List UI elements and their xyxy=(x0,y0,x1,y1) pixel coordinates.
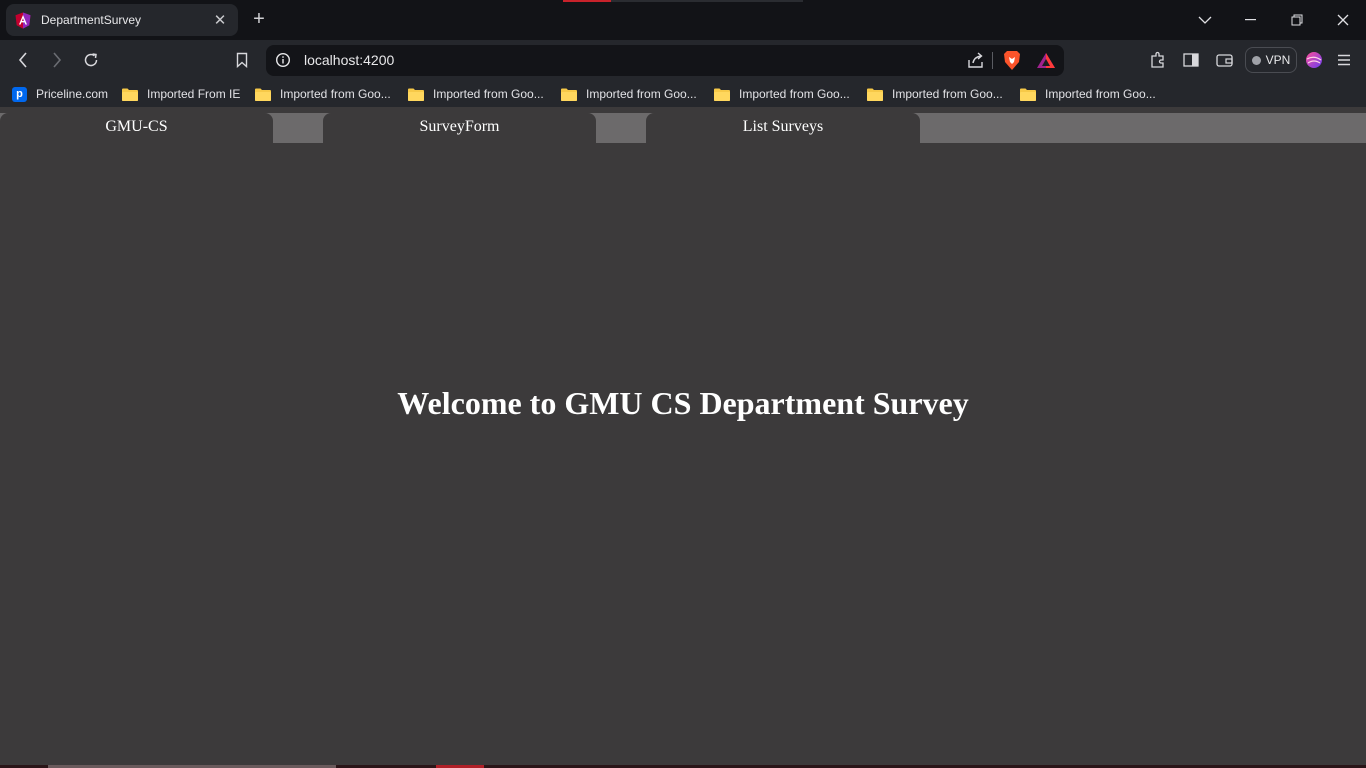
sidebar-icon[interactable] xyxy=(1178,48,1204,72)
brave-rewards-icon[interactable] xyxy=(1036,51,1056,71)
close-window-button[interactable] xyxy=(1328,6,1358,34)
nav-tab-gmu-cs[interactable]: GMU-CS xyxy=(0,113,273,143)
back-button[interactable] xyxy=(10,48,36,72)
nav-tab-survey-form[interactable]: SurveyForm xyxy=(323,113,596,143)
priceline-icon: p xyxy=(12,86,27,102)
bookmark-label: Imported from Goo... xyxy=(892,87,1003,101)
folder-icon xyxy=(122,88,138,101)
site-info-icon[interactable] xyxy=(275,52,291,68)
tab-strip-accent-gray xyxy=(611,0,803,2)
folder-icon xyxy=(255,88,271,101)
bookmark-label: Imported from Goo... xyxy=(1045,87,1156,101)
url-text: localhost:4200 xyxy=(304,52,395,68)
bookmark-label: Imported from Goo... xyxy=(586,87,697,101)
vpn-label: VPN xyxy=(1265,53,1291,67)
share-icon[interactable] xyxy=(966,51,986,71)
tab-search-icon[interactable] xyxy=(1190,6,1220,34)
bookmark-folder[interactable]: Imported from Goo... xyxy=(561,85,697,103)
profile-icon[interactable] xyxy=(1301,48,1327,72)
extensions-icon[interactable] xyxy=(1145,48,1171,72)
address-bar[interactable]: localhost:4200 xyxy=(266,45,1064,76)
browser-tab[interactable]: DepartmentSurvey ✕ xyxy=(6,4,238,36)
browser-tab-strip: DepartmentSurvey ✕ + xyxy=(0,0,1366,40)
menu-icon[interactable] xyxy=(1331,48,1357,72)
folder-icon xyxy=(561,88,577,101)
close-tab-icon[interactable]: ✕ xyxy=(210,11,230,29)
bookmark-folder[interactable]: Imported from Goo... xyxy=(408,85,544,103)
bookmark-icon[interactable] xyxy=(229,48,255,72)
folder-icon xyxy=(867,88,883,101)
bookmark-folder[interactable]: Imported from Goo... xyxy=(1020,85,1156,103)
bookmark-folder[interactable]: Imported From IE xyxy=(122,85,240,103)
bookmark-label: Priceline.com xyxy=(36,87,109,101)
minimize-button[interactable] xyxy=(1236,6,1266,34)
vpn-button[interactable]: VPN xyxy=(1245,47,1297,73)
bookmark-folder[interactable]: Imported from Goo... xyxy=(255,85,391,103)
folder-icon xyxy=(1020,88,1036,101)
forward-button[interactable] xyxy=(44,48,70,72)
bookmark-label: Imported from Goo... xyxy=(280,87,391,101)
browser-tab-title: DepartmentSurvey xyxy=(41,13,142,27)
restore-button[interactable] xyxy=(1282,6,1312,34)
welcome-heading: Welcome to GMU CS Department Survey xyxy=(397,385,969,421)
bookmark-label: Imported From IE xyxy=(147,87,241,101)
app-nav-bar: GMU-CS SurveyForm List Surveys xyxy=(0,113,1366,143)
bookmark-folder[interactable]: Imported from Goo... xyxy=(867,85,1003,103)
folder-icon xyxy=(714,88,730,101)
angular-icon xyxy=(14,11,32,29)
bookmark-priceline[interactable]: p Priceline.com xyxy=(12,85,108,103)
nav-tab-list-surveys[interactable]: List Surveys xyxy=(646,113,920,143)
bookmark-label: Imported from Goo... xyxy=(433,87,544,101)
folder-icon xyxy=(408,88,424,101)
vpn-status-icon xyxy=(1251,55,1261,65)
bookmark-label: Imported from Goo... xyxy=(739,87,850,101)
wallet-icon[interactable] xyxy=(1211,48,1237,72)
tab-strip-accent xyxy=(563,0,611,2)
bookmarks-bar: p Priceline.com Imported From IE Importe… xyxy=(0,80,1366,107)
bookmark-folder[interactable]: Imported from Goo... xyxy=(714,85,850,103)
new-tab-button[interactable]: + xyxy=(248,8,270,32)
address-bar-divider xyxy=(992,52,993,69)
reload-button[interactable] xyxy=(78,48,104,72)
brave-shields-icon[interactable] xyxy=(1002,50,1022,71)
